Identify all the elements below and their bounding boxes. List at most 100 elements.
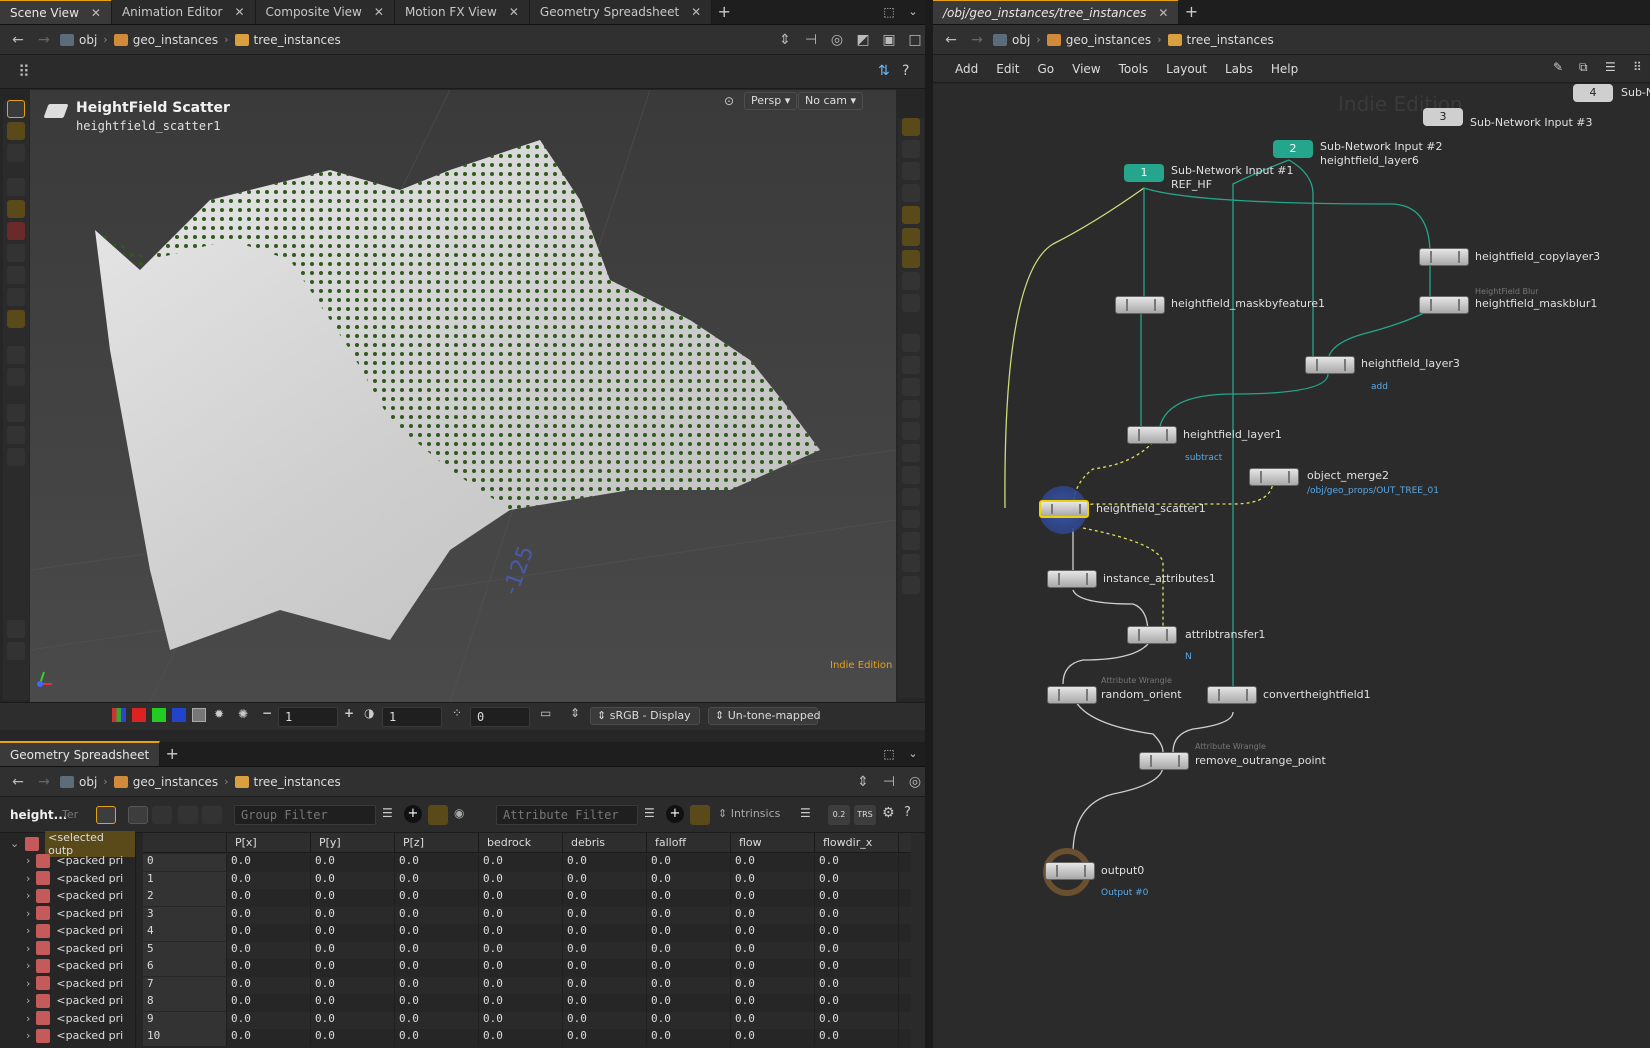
tab-motion-fx-view[interactable]: Motion FX View ✕ xyxy=(394,0,530,24)
add-tab-icon[interactable]: + xyxy=(160,741,184,766)
list-icon[interactable]: ☰ xyxy=(644,806,655,820)
chevron-right-icon[interactable]: › xyxy=(26,907,30,920)
pin-tool-icon[interactable] xyxy=(902,488,920,506)
chevron-right-icon[interactable]: › xyxy=(26,889,30,902)
glasses-icon[interactable] xyxy=(902,272,920,290)
maskbyfeature-node[interactable] xyxy=(1115,296,1165,314)
filter-icon[interactable] xyxy=(690,805,710,825)
close-icon[interactable]: ✕ xyxy=(374,5,384,19)
light-icon[interactable] xyxy=(902,140,920,158)
list-item[interactable]: › <packed pri xyxy=(26,975,123,992)
filter-icon[interactable] xyxy=(428,805,448,825)
group-filter-input[interactable]: Group Filter xyxy=(234,805,376,825)
grid-view-icon[interactable]: ⠿ xyxy=(1633,60,1642,74)
list-item[interactable]: › <packed pri xyxy=(26,887,123,904)
plus-icon[interactable]: + xyxy=(344,706,354,720)
dot-icon[interactable] xyxy=(902,334,920,352)
persp-dropdown[interactable]: Persp ▾ xyxy=(744,92,798,110)
menu-tools[interactable]: Tools xyxy=(1119,62,1149,76)
orient-tool-icon[interactable] xyxy=(7,310,25,328)
tree-root[interactable]: ⌄ <selected outp xyxy=(10,830,135,857)
table-row[interactable]: 10 0.0 0.0 0.0 0.0 0.0 0.0 0.0 0.0 xyxy=(143,1029,911,1046)
table-row[interactable]: 5 0.0 0.0 0.0 0.0 0.0 0.0 0.0 0.0 xyxy=(143,941,911,959)
column-header[interactable]: debris xyxy=(563,833,647,852)
add-tab-icon[interactable]: + xyxy=(712,0,736,24)
curve-icon[interactable] xyxy=(902,356,920,374)
blue-channel-icon[interactable] xyxy=(172,708,186,722)
chevron-right-icon[interactable]: › xyxy=(26,1012,30,1025)
bulb-icon[interactable] xyxy=(902,184,920,202)
gamma-field[interactable]: 1 xyxy=(382,707,442,727)
chevron-down-icon[interactable]: ⌄ xyxy=(901,0,925,24)
pin-icon[interactable]: ⊣ xyxy=(801,32,821,48)
red-channel-icon[interactable] xyxy=(132,708,146,722)
forward-arrow-icon[interactable]: → xyxy=(967,32,987,48)
copylayer-node[interactable] xyxy=(1419,248,1469,266)
column-header[interactable]: P[z] xyxy=(395,833,479,852)
back-arrow-icon[interactable]: ← xyxy=(8,774,28,790)
close-icon[interactable]: ✕ xyxy=(1158,6,1168,20)
camera-dropdown[interactable]: No cam ▾ xyxy=(798,92,863,110)
table-row[interactable]: 9 0.0 0.0 0.0 0.0 0.0 0.0 0.0 0.0 xyxy=(143,1011,911,1029)
lamp-icon[interactable] xyxy=(902,228,920,246)
breadcrumb-tree[interactable]: tree_instances xyxy=(234,775,341,789)
chevron-right-icon[interactable]: › xyxy=(26,942,30,955)
camera-icon[interactable]: ▣ xyxy=(879,32,899,48)
spinner-icon[interactable]: ⇕ xyxy=(853,774,873,790)
paint-icon[interactable] xyxy=(902,422,920,440)
list-item[interactable]: › <packed pri xyxy=(26,905,123,922)
tab-geometry-spreadsheet[interactable]: Geometry Spreadsheet ✕ xyxy=(529,0,713,24)
target-icon[interactable]: ◎ xyxy=(905,774,925,790)
view-tool-icon[interactable] xyxy=(902,118,920,136)
table-row[interactable]: 1 0.0 0.0 0.0 0.0 0.0 0.0 0.0 0.0 xyxy=(143,871,911,889)
copy-icon[interactable] xyxy=(96,806,116,824)
lut-icon[interactable]: ▭ xyxy=(540,706,551,720)
spinner-icon[interactable]: ⇕ xyxy=(775,32,795,48)
tree-view-icon[interactable]: ⧉ xyxy=(1579,60,1588,75)
table-row[interactable]: 0 0.0 0.0 0.0 0.0 0.0 0.0 0.0 0.0 xyxy=(143,854,911,871)
points-icon[interactable] xyxy=(128,806,148,824)
list-icon[interactable]: ☰ xyxy=(800,806,811,820)
add-tab-icon[interactable]: + xyxy=(1179,0,1203,24)
help-icon[interactable]: ? xyxy=(904,805,911,820)
close-icon[interactable]: ✕ xyxy=(691,5,701,19)
paint-tool-icon[interactable] xyxy=(7,266,25,284)
forward-arrow-icon[interactable]: → xyxy=(34,774,54,790)
stamp-tool-icon[interactable] xyxy=(7,426,25,444)
rgb-channels-icon[interactable] xyxy=(112,708,126,722)
column-header[interactable]: flow xyxy=(731,833,815,852)
forward-arrow-icon[interactable]: → xyxy=(34,32,54,48)
breadcrumb-tree[interactable]: tree_instances xyxy=(1167,33,1274,47)
subnet-input-1-node[interactable]: 1 xyxy=(1124,164,1164,182)
chevron-right-icon[interactable]: › xyxy=(26,854,30,867)
tonemap-dropdown[interactable]: ⇕ Un-tone-mapped xyxy=(708,707,821,725)
menu-edit[interactable]: Edit xyxy=(996,62,1019,76)
chevron-right-icon[interactable]: › xyxy=(26,924,30,937)
menu-go[interactable]: Go xyxy=(1037,62,1054,76)
back-arrow-icon[interactable]: ← xyxy=(941,32,961,48)
close-icon[interactable]: ✕ xyxy=(509,5,519,19)
maximize-icon[interactable]: ⬚ xyxy=(877,0,901,24)
instance-attributes-node[interactable] xyxy=(1047,570,1097,588)
attribute-filter-input[interactable]: Attribute Filter xyxy=(496,805,638,825)
layer1-node[interactable] xyxy=(1127,426,1177,444)
trs-icon[interactable]: TRS xyxy=(854,805,876,825)
list-item[interactable]: › <packed pri xyxy=(26,852,123,869)
edit-icon[interactable] xyxy=(902,400,920,418)
pin-icon[interactable]: ⊣ xyxy=(879,774,899,790)
menu-layout[interactable]: Layout xyxy=(1166,62,1207,76)
breadcrumb-obj[interactable]: obj xyxy=(60,775,97,789)
viewport[interactable]: HeightField Scatter heightfield_scatter1… xyxy=(30,90,896,702)
frame-icon[interactable]: ⁘ xyxy=(452,706,462,720)
dropper-icon[interactable] xyxy=(902,576,920,594)
menu-help[interactable]: Help xyxy=(1271,62,1298,76)
back-arrow-icon[interactable]: ← xyxy=(8,32,28,48)
gamma-icon[interactable]: ✺ xyxy=(238,707,248,721)
help-icon[interactable]: ? xyxy=(902,63,909,79)
layer3-node[interactable] xyxy=(1305,356,1355,374)
breadcrumb-obj[interactable]: obj xyxy=(993,33,1030,47)
add-circle-icon[interactable]: + xyxy=(404,805,422,823)
tab-scene-view[interactable]: Scene View ✕ xyxy=(0,0,112,24)
breadcrumb-obj[interactable]: obj xyxy=(60,33,97,47)
detail-icon[interactable] xyxy=(202,806,222,824)
